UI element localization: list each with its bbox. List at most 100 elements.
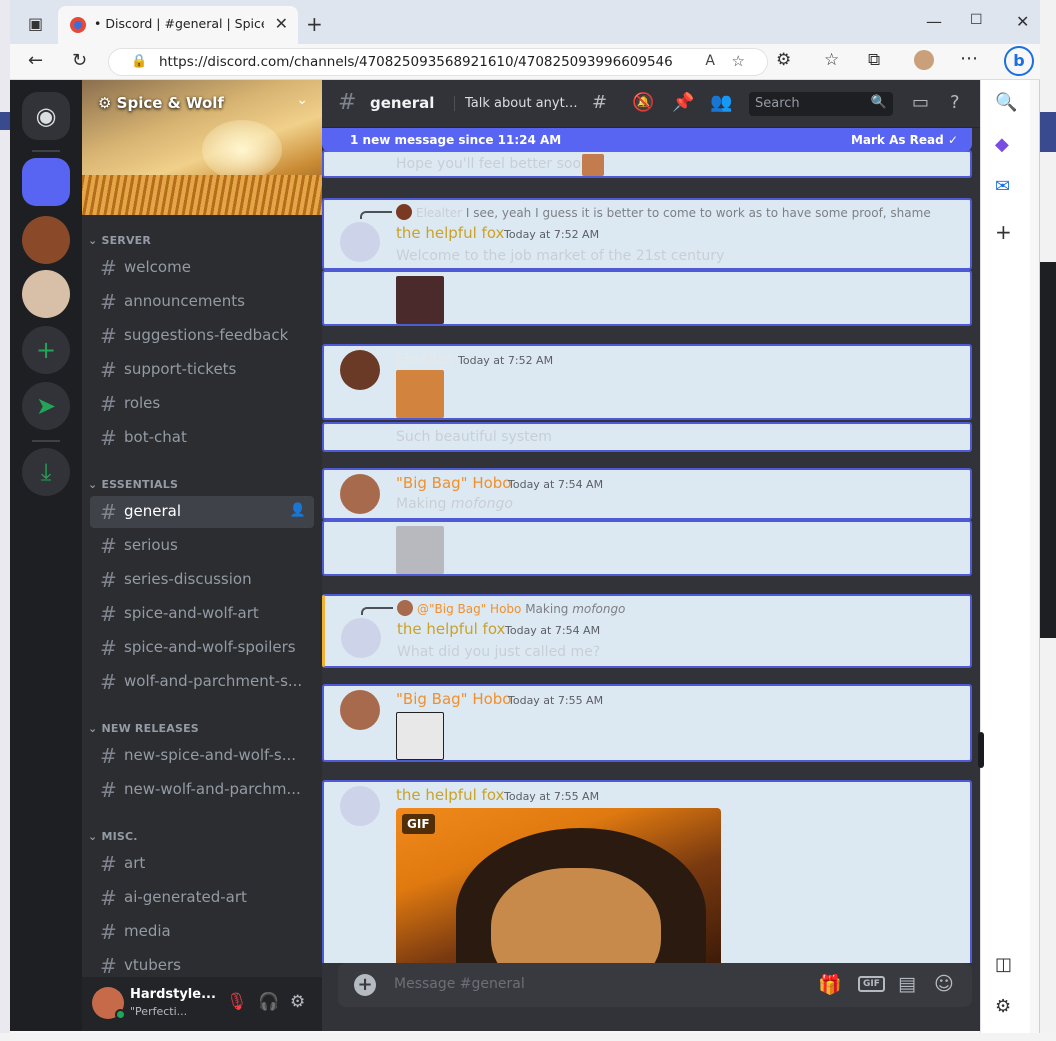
message-author[interactable]: Elealter — [396, 350, 454, 368]
minimize-icon[interactable]: — — [926, 12, 942, 31]
channel-item-media[interactable]: # media — [90, 916, 314, 948]
message-author[interactable]: "Big Bag" Hobo — [396, 690, 511, 708]
message-author[interactable]: "Big Bag" Hobo — [396, 474, 511, 492]
reply-preview[interactable]: Elealter I see, yeah I guess it is bette… — [396, 204, 936, 220]
back-icon[interactable]: ← — [28, 50, 43, 71]
discord-home-icon[interactable]: ◉ — [22, 92, 70, 140]
channel-item-series-discussion[interactable]: # series-discussion — [90, 564, 314, 596]
refresh-icon[interactable]: ↻ — [72, 50, 87, 71]
favorites-icon[interactable]: ☆ — [824, 50, 839, 70]
sticker-icon[interactable]: ▤ — [898, 973, 916, 995]
avatar[interactable] — [340, 222, 380, 262]
avatar[interactable] — [340, 474, 380, 514]
mute-icon[interactable]: 🎙 — [226, 992, 248, 1012]
channel-item-spice-and-wolf-art[interactable]: # spice-and-wolf-art — [90, 598, 314, 630]
pinned-messages-icon[interactable]: 📌 — [672, 92, 694, 113]
favorite-add-icon[interactable]: ☆ — [732, 52, 745, 70]
emoji-picker-icon[interactable]: ☺ — [934, 973, 954, 995]
category-header[interactable]: ⌄ ESSENTIALS — [88, 478, 178, 491]
channel-item-suggestions-feedback[interactable]: # suggestions-feedback — [90, 320, 314, 352]
edge-add-icon[interactable]: + — [995, 220, 1012, 244]
mark-as-read-button[interactable]: Mark As Read — [851, 133, 944, 147]
edge-settings-icon[interactable]: ⚙ — [995, 996, 1011, 1017]
channel-item-roles[interactable]: # roles — [90, 388, 314, 420]
user-settings-icon[interactable]: ⚙ — [290, 992, 305, 1012]
avatar[interactable] — [340, 690, 380, 730]
message-item[interactable] — [322, 520, 972, 576]
server-name[interactable]: ⚙ Spice & Wolf — [98, 94, 224, 112]
add-attachment-button[interactable]: + — [354, 974, 376, 996]
channel-topic[interactable]: Talk about anythin... — [454, 96, 578, 111]
threads-icon[interactable]: # — [592, 92, 607, 113]
message-item[interactable]: "Big Bag" Hobo Today at 7:55 AM — [322, 684, 972, 762]
server-folder[interactable] — [22, 158, 70, 206]
message-item[interactable]: the helpful fox Today at 7:55 AM GIF — [322, 780, 972, 963]
chevron-down-icon[interactable]: ⌄ — [296, 92, 308, 108]
server-spice-wolf-avatar[interactable] — [22, 216, 70, 264]
category-header[interactable]: ⌄ MISC. — [88, 830, 138, 843]
edge-sidebar-toggle-icon[interactable]: ◫ — [995, 954, 1012, 975]
help-icon[interactable]: ? — [950, 92, 960, 113]
avatar[interactable] — [340, 350, 380, 390]
new-messages-bar[interactable]: 1 new message since 11:24 AM Mark As Rea… — [322, 128, 972, 152]
message-item[interactable]: "Big Bag" Hobo Today at 7:54 AM Making m… — [322, 468, 972, 520]
channel-item-general[interactable]: # general 👤 — [90, 496, 314, 528]
explore-servers-icon[interactable]: ➤ — [22, 382, 70, 430]
message-author[interactable]: the helpful fox — [396, 224, 504, 242]
server-anime-avatar[interactable] — [22, 270, 70, 318]
gif-attachment[interactable]: GIF — [396, 808, 721, 963]
edge-search-icon[interactable]: 🔍 — [995, 92, 1017, 113]
create-invite-icon[interactable]: 👤 — [290, 503, 306, 518]
channel-item-serious[interactable]: # serious — [90, 530, 314, 562]
reply-preview[interactable]: @"Big Bag" Hobo Making mofongo — [397, 600, 937, 616]
channel-item-wolf-and-parchment-s[interactable]: # wolf-and-parchment-s... — [90, 666, 314, 698]
message-item[interactable]: @"Big Bag" Hobo Making mofongo the helpf… — [322, 594, 972, 668]
edge-m365-icon[interactable]: ◆ — [995, 134, 1009, 155]
headphones-icon[interactable]: 🎧 — [258, 992, 279, 1012]
channel-item-ai-generated-art[interactable]: # ai-generated-art — [90, 882, 314, 914]
scrollbar-thumb[interactable] — [978, 732, 984, 768]
channel-item-new-wolf-and-parchm[interactable]: # new-wolf-and-parchm... — [90, 774, 314, 806]
channel-item-spice-and-wolf-spoilers[interactable]: # spice-and-wolf-spoilers — [90, 632, 314, 664]
message-author[interactable]: the helpful fox — [396, 786, 504, 804]
more-menu-icon[interactable]: ⋯ — [960, 48, 978, 69]
close-window-icon[interactable]: ✕ — [1016, 12, 1029, 31]
new-tab-icon[interactable]: + — [306, 12, 323, 36]
bing-copilot-icon[interactable]: b — [1004, 46, 1034, 76]
profile-avatar[interactable] — [914, 50, 934, 70]
message-item[interactable]: Hope you'll feel better soon — [322, 150, 972, 178]
collections-icon[interactable]: ⧉ — [868, 50, 880, 70]
channel-item-new-spice-and-wolf-s[interactable]: # new-spice-and-wolf-s... — [90, 740, 314, 772]
channel-item-support-tickets[interactable]: # support-tickets — [90, 354, 314, 386]
maximize-icon[interactable]: ☐ — [970, 12, 983, 28]
avatar[interactable] — [341, 618, 381, 658]
category-header[interactable]: ⌄ NEW RELEASES — [88, 722, 199, 735]
extensions-icon[interactable]: ⚙ — [776, 50, 791, 70]
message-item[interactable]: Elealter Today at 7:52 AM — [322, 344, 972, 420]
message-item[interactable]: Such beautiful system — [322, 422, 972, 452]
browser-tab[interactable]: • Discord | #general | Spice & Wo ✕ — [58, 6, 298, 44]
message-item[interactable]: Elealter I see, yeah I guess it is bette… — [322, 198, 972, 270]
avatar[interactable] — [340, 786, 380, 826]
download-apps-icon[interactable]: ⤓ — [22, 448, 70, 496]
search-input[interactable]: Search 🔍 — [749, 92, 893, 116]
notification-settings-icon[interactable]: 🔕 — [632, 92, 654, 113]
channel-item-welcome[interactable]: # welcome — [90, 252, 314, 284]
message-composer[interactable]: + Message #general 🎁 GIF ▤ ☺ — [338, 963, 972, 1007]
member-list-icon[interactable]: 👥 — [710, 92, 732, 113]
address-bar[interactable]: 🔒 https://discord.com/channels/470825093… — [108, 48, 768, 76]
channel-item-announcements[interactable]: # announcements — [90, 286, 314, 318]
message-item[interactable] — [322, 270, 972, 326]
channel-item-art[interactable]: # art — [90, 848, 314, 880]
close-tab-icon[interactable]: ✕ — [275, 14, 288, 33]
gift-icon[interactable]: 🎁 — [818, 973, 842, 996]
add-server-icon[interactable]: + — [22, 326, 70, 374]
channel-item-bot-chat[interactable]: # bot-chat — [90, 422, 314, 454]
category-header[interactable]: ⌄ SERVER — [88, 234, 151, 247]
read-aloud-icon[interactable]: A — [705, 53, 715, 69]
inbox-icon[interactable]: ▭ — [912, 92, 929, 113]
message-author[interactable]: the helpful fox — [397, 620, 505, 638]
gif-picker-button[interactable]: GIF — [858, 976, 885, 992]
username[interactable]: Hardstyle... — [130, 987, 216, 1002]
edge-outlook-icon[interactable]: ✉ — [995, 176, 1010, 197]
